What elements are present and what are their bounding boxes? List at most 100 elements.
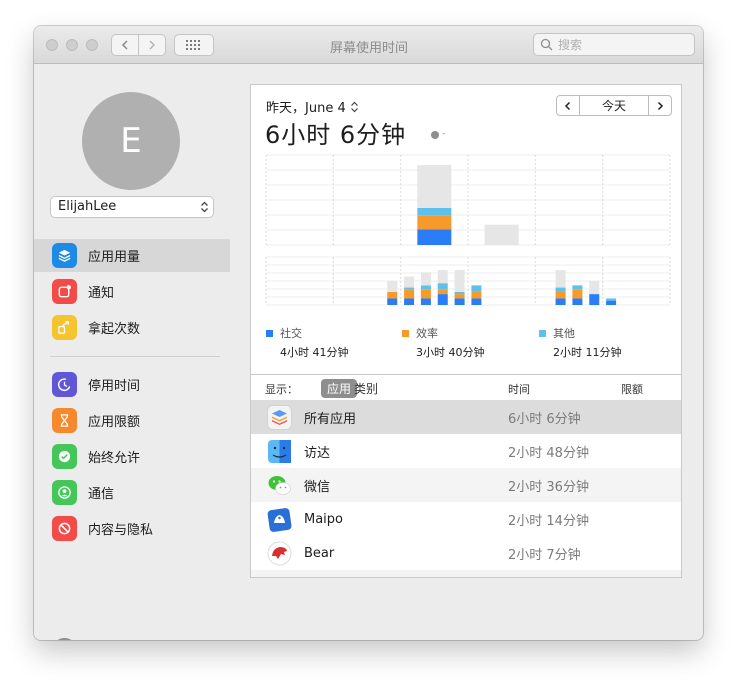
checkmark-badge-icon	[52, 444, 77, 469]
app-time: 2小时 14分钟	[508, 513, 589, 529]
all-apps-icon	[267, 404, 292, 430]
screen-time-window: 屏幕使用时间 E ElijahLee 应用用量 通知 拿起	[34, 26, 703, 640]
column-header-limit[interactable]: 限额	[621, 381, 643, 397]
hourly-chart-bar-segment	[471, 285, 482, 292]
legend-swatch	[266, 329, 273, 337]
minimize-window-button[interactable]	[66, 39, 78, 51]
hourly-chart-bar-segment	[420, 289, 431, 299]
hourly-chart-bar-segment	[555, 298, 566, 305]
column-header-time[interactable]: 时间	[508, 381, 530, 397]
sidebar-item-notifications[interactable]: 通知	[34, 275, 230, 308]
hourly-chart-bar-segment	[437, 283, 448, 290]
hourly-chart-bar-segment	[454, 294, 465, 299]
filter-app-button[interactable]: 应用	[321, 379, 358, 398]
hourly-chart-bar-segment	[420, 298, 431, 305]
sidebar-item-content-privacy[interactable]: 内容与隐私	[34, 512, 230, 545]
app-name: Bear	[304, 545, 335, 561]
search-input[interactable]	[558, 37, 688, 52]
hourly-chart-bar-segment	[420, 272, 431, 286]
contact-icon	[52, 480, 77, 505]
app-time: 2小时 7分钟	[508, 547, 581, 563]
legend-swatch	[402, 329, 409, 337]
close-window-button[interactable]	[46, 39, 58, 51]
bear-icon	[267, 541, 292, 565]
zoom-window-button[interactable]	[86, 39, 98, 51]
legend-value: 4小时 41分钟	[280, 346, 349, 359]
layers-icon	[52, 243, 77, 268]
grid-icon	[186, 40, 200, 50]
table-row[interactable]: 微信 2小时 36分钟	[251, 468, 681, 502]
filter-category-button[interactable]: 类别	[354, 380, 378, 397]
legend-value: 2小时 11分钟	[553, 346, 622, 359]
table-row[interactable]: Bear 2小时 7分钟	[251, 536, 681, 570]
sidebar: E ElijahLee 应用用量 通知 拿起次数 停用时间 应用限额 始终允许 …	[34, 64, 230, 640]
hourly-chart-bar-segment	[404, 298, 415, 305]
legend-swatch	[539, 329, 546, 337]
hourly-chart-bar-segment	[555, 287, 566, 292]
sidebar-item-label: 始终允许	[88, 451, 141, 466]
app-name: 访达	[304, 445, 331, 461]
hourly-chart-bar-segment	[404, 276, 415, 288]
legend-social: 社交	[266, 325, 302, 341]
hourly-chart-bar-segment	[387, 298, 398, 305]
hourly-chart-bar-segment	[454, 270, 465, 292]
user-select-value: ElijahLee	[58, 199, 117, 214]
app-name: 微信	[304, 479, 331, 495]
title-bar: 屏幕使用时间	[34, 26, 703, 64]
sidebar-item-always-allowed[interactable]: 始终允许	[34, 440, 230, 473]
hourly-chart-bar-segment	[387, 291, 398, 299]
sidebar-item-label: 应用限额	[88, 415, 141, 430]
legend-label: 效率	[416, 327, 438, 340]
chevron-right-icon	[149, 40, 156, 50]
legend-label: 其他	[553, 327, 575, 340]
sidebar-divider	[50, 356, 220, 357]
hourly-chart-bar-segment	[572, 298, 583, 305]
search-field[interactable]	[533, 33, 695, 56]
sidebar-item-label: 应用用量	[88, 250, 141, 265]
sidebar-item-pickups[interactable]: 拿起次数	[34, 311, 230, 344]
hourly-chart-bar-segment	[589, 294, 600, 305]
sidebar-item-app-usage[interactable]: 应用用量	[34, 239, 230, 272]
legend-other: 其他	[539, 325, 575, 341]
show-label: 显示：	[265, 383, 298, 396]
avatar: E	[82, 92, 180, 190]
hourly-chart-bar-segment	[471, 291, 482, 299]
wechat-icon	[268, 475, 291, 495]
sidebar-item-downtime[interactable]: 停用时间	[34, 368, 230, 401]
hourglass-icon	[52, 408, 77, 433]
daily-chart-bar-segment	[417, 207, 452, 216]
app-name: 所有应用	[304, 411, 357, 427]
user-select[interactable]: ElijahLee	[50, 196, 214, 218]
table-row[interactable]: 访达 2小时 48分钟	[251, 434, 681, 468]
chevron-left-icon	[121, 40, 128, 50]
sidebar-item-label: 停用时间	[88, 379, 141, 394]
hourly-chart-bar-segment	[437, 270, 448, 284]
show-all-button[interactable]	[174, 34, 214, 56]
hourly-chart-bar-segment	[404, 287, 415, 290]
chevron-updown-icon	[201, 201, 208, 213]
restriction-icon	[52, 516, 77, 541]
hourly-chart-bar-segment	[606, 298, 617, 301]
hourly-chart-bar-segment	[471, 298, 482, 305]
forward-button[interactable]	[138, 34, 166, 56]
hourly-chart-bar-segment	[387, 281, 398, 292]
usage-chart	[265, 154, 671, 306]
hourly-chart-bar-segment	[420, 285, 431, 290]
back-button[interactable]	[111, 34, 139, 56]
hourly-chart-bar-segment	[404, 289, 415, 299]
sidebar-item-communication[interactable]: 通信	[34, 476, 230, 509]
table-row[interactable]	[251, 570, 681, 577]
sidebar-item-label: 拿起次数	[88, 322, 141, 337]
table-row[interactable]: Maipo 2小时 14分钟	[251, 502, 681, 536]
maipo-icon	[267, 507, 292, 532]
options-button[interactable]: 选项	[52, 638, 114, 640]
daily-chart-bar-segment	[417, 229, 452, 245]
table-row[interactable]: 所有应用 6小时 6分钟	[251, 400, 681, 434]
table-header: 显示： 应用 类别 时间 限额	[251, 374, 681, 400]
sidebar-item-app-limits[interactable]: 应用限额	[34, 404, 230, 437]
pickup-icon	[52, 315, 77, 340]
hourly-chart-bar-segment	[572, 289, 583, 299]
legend-value: 3小时 40分钟	[416, 346, 485, 359]
hourly-chart-bar-segment	[454, 298, 465, 305]
ellipsis-icon	[52, 638, 77, 640]
